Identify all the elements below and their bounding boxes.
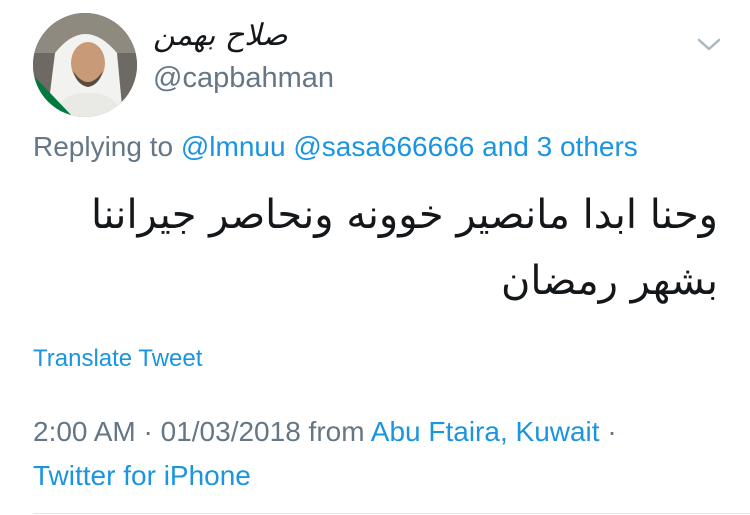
- others-link[interactable]: and 3 others: [482, 131, 638, 162]
- avatar[interactable]: [33, 13, 137, 117]
- tweet-date: 01/03/2018: [160, 416, 301, 447]
- replying-to: Replying to @lmnuu @sasa666666 and 3 oth…: [33, 131, 638, 163]
- author-handle[interactable]: @capbahman: [153, 62, 334, 95]
- tweet-text: وحنا ابدا مانصير خوونه ونحاصر جيراننا بش…: [28, 182, 718, 314]
- source-link[interactable]: Twitter for iPhone: [33, 460, 251, 491]
- mention-link[interactable]: @lmnuu: [181, 131, 286, 162]
- tweet-text-line: وحنا ابدا مانصير خوونه ونحاصر جيراننا: [91, 192, 718, 238]
- chevron-down-icon[interactable]: [696, 35, 722, 55]
- from-label: from: [308, 416, 365, 447]
- replying-prefix: Replying to: [33, 131, 174, 162]
- avatar-image: [33, 13, 137, 117]
- separator-dot: ·: [143, 416, 153, 447]
- translate-tweet-link[interactable]: Translate Tweet: [33, 345, 202, 373]
- divider: [33, 513, 750, 514]
- tweet-metadata: 2:00 AM · 01/03/2018 from Abu Ftaira, Ku…: [33, 410, 723, 498]
- tweet-text-line: بشهر رمضان: [500, 258, 718, 304]
- mention-link[interactable]: @sasa666666: [293, 131, 474, 162]
- author-display-name[interactable]: صلاح بهمن: [153, 18, 288, 53]
- tweet-time: 2:00 AM: [33, 416, 136, 447]
- location-link[interactable]: Abu Ftaira, Kuwait: [371, 416, 600, 447]
- separator-dot: ·: [607, 416, 617, 447]
